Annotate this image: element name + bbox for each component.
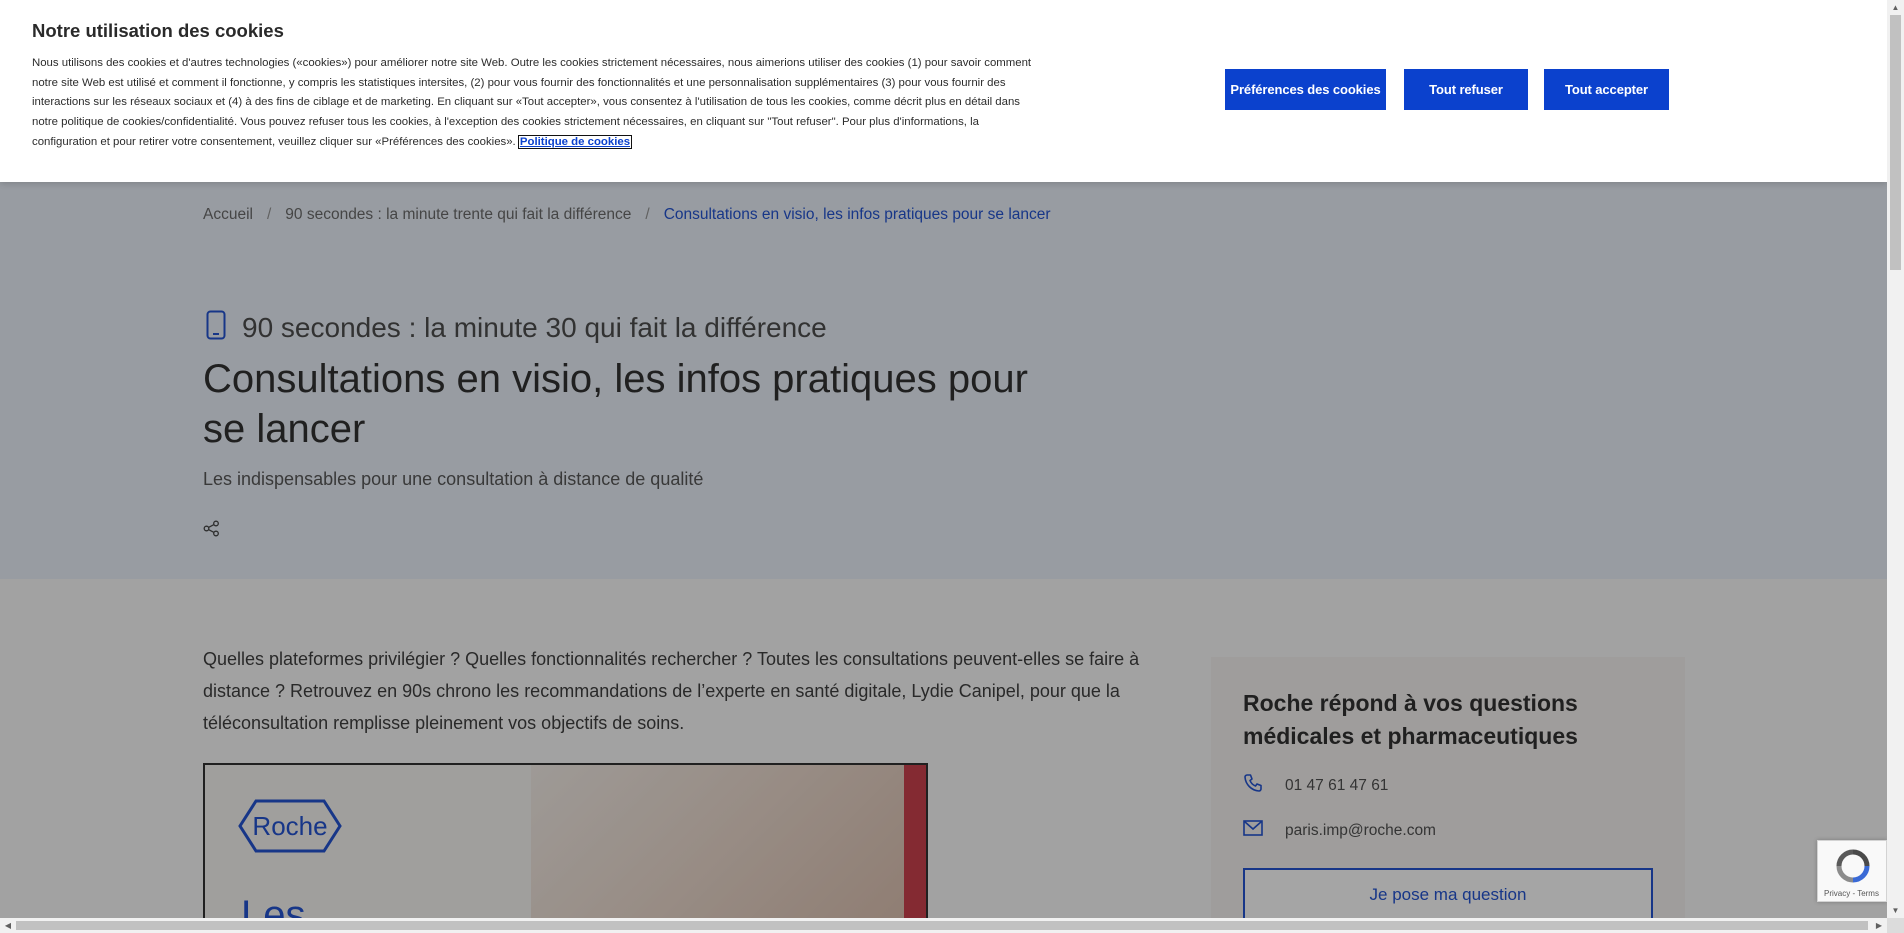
horizontal-scrollbar[interactable]: ◀ ▶ — [0, 918, 1887, 933]
horizontal-scroll-thumb[interactable] — [16, 921, 1868, 930]
recaptcha-icon — [1836, 849, 1870, 888]
cookie-banner-text: Nous utilisons des cookies et d'autres t… — [32, 54, 1032, 153]
scroll-right-arrow-icon[interactable]: ▶ — [1871, 918, 1887, 933]
recaptcha-terms[interactable]: Privacy - Terms — [1824, 889, 1879, 898]
cookie-banner-body: Nous utilisons des cookies et d'autres t… — [32, 57, 1032, 148]
cookie-policy-link[interactable]: Politique de cookies — [517, 134, 633, 149]
vertical-scrollbar[interactable]: ▲ ▼ — [1887, 0, 1904, 918]
cookie-banner-title: Notre utilisation des cookies — [32, 20, 284, 41]
vertical-scroll-thumb[interactable] — [1890, 15, 1901, 270]
refuse-all-button[interactable]: Tout refuser — [1404, 69, 1528, 110]
scrollbar-corner — [1887, 918, 1904, 933]
scroll-up-arrow-icon[interactable]: ▲ — [1887, 0, 1904, 15]
scroll-down-arrow-icon[interactable]: ▼ — [1887, 903, 1904, 918]
cookie-preferences-button[interactable]: Préférences des cookies — [1225, 69, 1386, 110]
cookie-banner: Notre utilisation des cookies Nous utili… — [0, 0, 1887, 182]
scroll-left-arrow-icon[interactable]: ◀ — [0, 918, 16, 933]
accept-all-button[interactable]: Tout accepter — [1544, 69, 1669, 110]
recaptcha-badge[interactable]: Privacy - Terms — [1817, 840, 1887, 902]
